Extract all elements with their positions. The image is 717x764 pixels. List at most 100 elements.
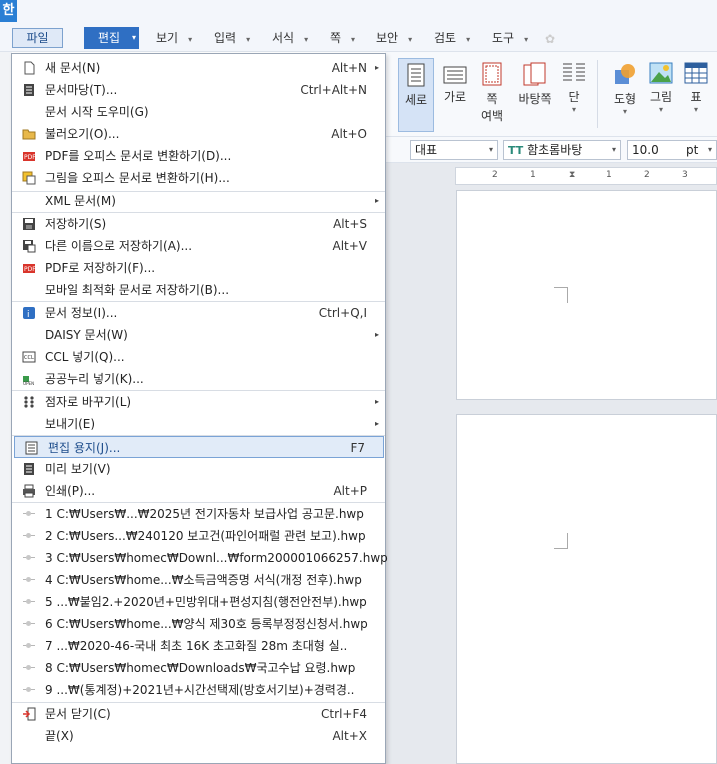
menu-format[interactable]: 서식 ▾ (272, 28, 308, 48)
landscape-page-icon (443, 66, 467, 84)
page-setup-icon (25, 441, 38, 455)
horizontal-ruler[interactable]: 2 1 ⧗ 1 2 3 (455, 167, 717, 185)
menu-view-label: 보기 (156, 31, 179, 45)
file-menu-dropdown: 새 문서(N) Alt+N ▸ 문서마당(T)... Ctrl+Alt+N 문서… (11, 53, 388, 764)
menu-item-page-setup[interactable]: 편집 용지(J)... F7 (14, 436, 384, 458)
columns-button[interactable]: 단 ▾ (559, 58, 589, 132)
recent-file-item[interactable]: 4 C:₩Users₩home...₩소득금액증명 서식(개정 전후).hwp (12, 569, 385, 591)
ribbon-sublabel: 여백 (480, 109, 504, 123)
menu-edit-label: 편집 (98, 31, 121, 45)
pdf-save-icon: PDF (23, 264, 36, 273)
menu-item-close-document[interactable]: 문서 닫기(C) Ctrl+F4 (12, 703, 385, 725)
recent-file-item[interactable]: 2 C:₩Users...₩240120 보고건(파인어패럴 관련 보고).hw… (12, 525, 385, 547)
style-select[interactable]: 대표 ▾ (410, 140, 498, 160)
open-folder-icon (22, 129, 36, 140)
menu-item-kogl[interactable]: OPEN 공공누리 넣기(K)... (12, 368, 385, 390)
menu-security[interactable]: 보안 ▾ (376, 28, 412, 48)
menu-item-send[interactable]: 보내기(E) ▸ (12, 413, 385, 435)
menu-item-braille[interactable]: 점자로 바꾸기(L) ▸ (12, 391, 385, 413)
menu-review-label: 검토 (434, 31, 457, 45)
menu-item-xml-document[interactable]: XML 문서(M) ▸ (12, 190, 385, 212)
ruler-tick-label: 1 (530, 170, 536, 180)
chevron-down-icon: ▾ (524, 35, 529, 44)
ruler-tick-label: 2 (492, 170, 498, 180)
menu-item-daisy[interactable]: DAISY 문서(W) ▸ (12, 324, 385, 346)
pdf-convert-icon: PDF (23, 152, 36, 161)
chevron-down-icon: ▾ (466, 35, 471, 44)
recent-file-item[interactable]: 9 ...₩(통계정)+2021년+시간선택제(방호서기보)+경력경.. (12, 679, 385, 701)
document-page[interactable] (456, 414, 717, 764)
chevron-down-icon: ▾ (622, 107, 627, 116)
format-toolbar: 대표 ▾ TT 함초롬바탕 ▾ 10.0 pt ▾ (385, 137, 717, 163)
save-icon (23, 218, 35, 230)
document-gallery-icon (24, 84, 34, 96)
submenu-arrow-icon: ▸ (374, 419, 379, 428)
menu-item-image-convert[interactable]: 그림을 오피스 문서로 변환하기(H)... (12, 167, 385, 189)
menu-format-label: 서식 (272, 31, 295, 45)
orientation-portrait-button[interactable]: 세로 (398, 58, 434, 132)
menu-item-save[interactable]: 저장하기(S) Alt+S (12, 213, 385, 235)
font-select[interactable]: TT 함초롬바탕 ▾ (503, 140, 621, 160)
menu-item-open[interactable]: 불러오기(O)... Alt+O (12, 123, 385, 145)
pin-icon[interactable] (23, 687, 35, 692)
orientation-landscape-button[interactable]: 가로 (437, 58, 473, 132)
menu-insert[interactable]: 입력 ▾ (214, 28, 250, 48)
menu-item-start-helper[interactable]: 문서 시작 도우미(G) (12, 101, 385, 123)
page-margin-button[interactable]: 쪽 여백 (475, 58, 509, 132)
shape-button[interactable]: 도형 ▾ (607, 58, 643, 132)
kogl-icon: OPEN (23, 376, 34, 386)
menu-view[interactable]: 보기 ▾ (156, 28, 192, 48)
menu-item-save-mobile[interactable]: 모바일 최적화 문서로 저장하기(B)... (12, 279, 385, 301)
menu-item-document-gallery[interactable]: 문서마당(T)... Ctrl+Alt+N (12, 79, 385, 101)
ribbon-label: 표 (690, 90, 702, 104)
pin-icon[interactable] (23, 511, 35, 516)
ribbon-label: 그림 (649, 90, 673, 104)
document-page[interactable] (456, 190, 717, 400)
picture-button[interactable]: 그림 ▾ (644, 58, 678, 132)
master-page-icon (523, 62, 546, 86)
menu-tools[interactable]: 도구 ▾ (492, 28, 528, 48)
menu-item-save-as[interactable]: 다른 이름으로 저장하기(A)... Alt+V (12, 235, 385, 257)
recent-file-item[interactable]: 7 ...₩2020-46-국내 최초 16K 초고화질 28m 초대형 실.. (12, 635, 385, 657)
help-icon[interactable]: ✿ (545, 32, 561, 46)
font-size-unit: pt (686, 143, 699, 157)
menu-item-pdf-convert[interactable]: PDF PDF를 오피스 문서로 변환하기(D)... (12, 145, 385, 167)
menu-item-exit[interactable]: 끝(X) Alt+X (12, 725, 385, 747)
menu-review[interactable]: 검토 ▾ (434, 28, 470, 48)
shape-icon (615, 64, 635, 84)
svg-text:i: i (27, 310, 30, 320)
menu-item-ccl[interactable]: CCL CCL 넣기(Q)... (12, 346, 385, 368)
menu-item-document-info[interactable]: i 문서 정보(I)... Ctrl+Q,I (12, 302, 385, 324)
menu-item-new-document[interactable]: 새 문서(N) Alt+N ▸ (12, 57, 385, 79)
table-button[interactable]: 표 ▾ (681, 58, 711, 132)
hwp-app-icon[interactable]: 한 (0, 0, 17, 22)
page-margin-icon (482, 62, 502, 86)
ruler-indent-marker[interactable]: ⧗ (569, 170, 575, 180)
print-icon (23, 484, 35, 498)
title-bar: 한 (0, 0, 717, 24)
menu-page[interactable]: 쪽 ▾ (330, 28, 355, 48)
close-document-icon (23, 707, 36, 721)
pin-icon[interactable] (23, 577, 35, 582)
font-size-select[interactable]: 10.0 pt ▾ (627, 140, 717, 160)
recent-file-item[interactable]: 6 C:₩Users₩home...₩양식 제30호 등록부정정신청서.hwp (12, 613, 385, 635)
recent-file-item[interactable]: 8 C:₩Users₩homec₩Downloads₩국고수납 요령.hwp (12, 657, 385, 679)
pin-icon[interactable] (23, 599, 35, 604)
recent-file-item[interactable]: 1 C:₩Users₩...₩2025년 전기자동차 보급사업 공고문.hwp (12, 503, 385, 525)
braille-icon (24, 396, 34, 408)
master-page-button[interactable]: 바탕쪽 (513, 58, 557, 132)
pin-icon[interactable] (23, 621, 35, 626)
pin-icon[interactable] (23, 555, 35, 560)
menu-tools-label: 도구 (492, 31, 515, 45)
menu-item-save-pdf[interactable]: PDF PDF로 저장하기(F)... (12, 257, 385, 279)
pin-icon[interactable] (23, 665, 35, 670)
menu-file[interactable]: 파일 (12, 28, 63, 48)
menu-item-preview[interactable]: 미리 보기(V) (12, 458, 385, 480)
recent-file-item[interactable]: 5 ...₩붙임2.+2020년+민방위대+편성지침(행전안전부).hwp (12, 591, 385, 613)
pin-icon[interactable] (23, 533, 35, 538)
recent-file-item[interactable]: 3 C:₩Users₩homec₩Downl...₩form2000010662… (12, 547, 388, 569)
pin-icon[interactable] (23, 643, 35, 648)
menu-item-print[interactable]: 인쇄(P)... Alt+P (12, 480, 385, 502)
menu-edit[interactable]: 편집 ▾ (84, 27, 139, 49)
truetype-font-icon: TT (508, 144, 524, 157)
